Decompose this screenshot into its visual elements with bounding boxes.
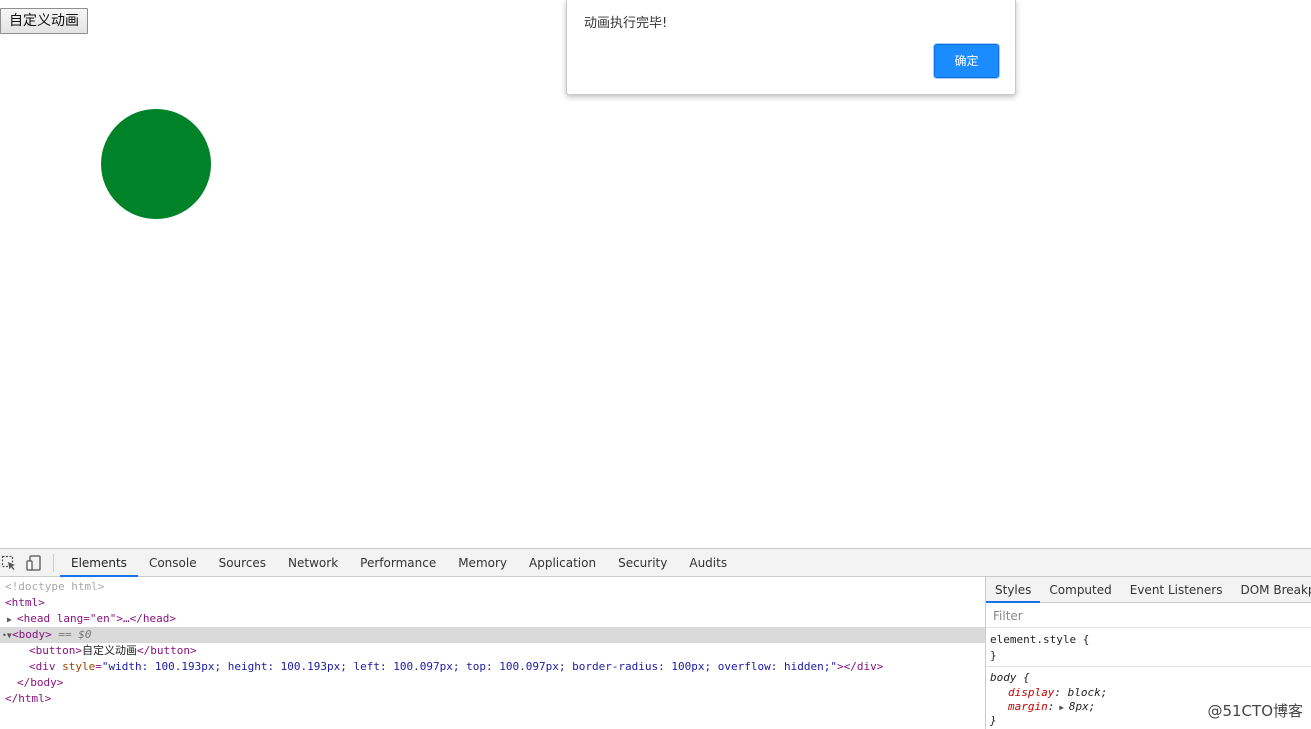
button-close-tag: </button>: [136, 644, 197, 657]
button-text-node: 自定义动画: [81, 644, 137, 657]
body-rule-margin[interactable]: margin: ▶ 8px;: [1008, 699, 1095, 716]
tab-dom-breakpoints[interactable]: DOM Breakpoints: [1231, 577, 1311, 603]
expand-triangle-icon[interactable]: ▶: [7, 612, 17, 628]
toolbar-divider: [53, 554, 54, 572]
selected-node-marker: == $0: [58, 628, 92, 641]
tab-performance[interactable]: Performance: [349, 549, 447, 577]
div-attr-value: "width: 100.193px; height: 100.193px; le…: [101, 660, 837, 673]
doctype-text: <!doctype html>: [5, 580, 105, 593]
inspect-element-icon[interactable]: [1, 555, 17, 571]
devtools-toolbar: Elements Console Sources Network Perform…: [0, 549, 1311, 577]
dom-node-html[interactable]: <html>: [0, 595, 985, 611]
dom-node-head[interactable]: ▶ <head lang="en">…</head>: [0, 611, 985, 627]
dom-node-html-close[interactable]: </html>: [0, 691, 985, 707]
tab-audits[interactable]: Audits: [678, 549, 738, 577]
tab-memory[interactable]: Memory: [447, 549, 518, 577]
tab-elements[interactable]: Elements: [60, 549, 138, 577]
styles-tabs: Styles Computed Event Listeners DOM Brea…: [986, 577, 1311, 603]
margin-prop-name: margin: [1008, 700, 1048, 713]
tab-computed[interactable]: Computed: [1040, 577, 1120, 603]
element-style-selector: element.style {: [990, 633, 1090, 646]
dom-node-button[interactable]: <button>自定义动画</button>: [0, 643, 985, 659]
dom-node-div[interactable]: <div style="width: 100.193px; height: 10…: [0, 659, 985, 675]
element-style-close: }: [990, 649, 997, 662]
button-open-tag: <button>: [29, 644, 82, 657]
watermark: @51CTO博客: [1207, 702, 1303, 720]
elements-dom-tree: <!doctype html> <html> ▶ <head lang="en">…: [0, 577, 985, 729]
tab-security[interactable]: Security: [607, 549, 678, 577]
margin-prop-value: 8px;: [1068, 700, 1096, 713]
tab-network[interactable]: Network: [277, 549, 349, 577]
styles-filter-input[interactable]: Filter: [986, 604, 1311, 628]
tab-sources[interactable]: Sources: [208, 549, 277, 577]
device-toolbar-icon[interactable]: [26, 555, 42, 571]
head-tag: <head lang="en">…</head>: [17, 612, 176, 625]
dom-node-body[interactable]: •▼<body> == $0: [0, 627, 985, 643]
html-open-tag: <html>: [5, 596, 45, 609]
body-open-tag: <body>: [12, 628, 52, 641]
tab-styles[interactable]: Styles: [986, 577, 1041, 603]
tab-event-listeners[interactable]: Event Listeners: [1121, 577, 1232, 603]
display-prop-value: block;: [1067, 686, 1108, 699]
body-close-tag: </body>: [17, 676, 64, 689]
custom-animation-button[interactable]: 自定义动画: [0, 8, 88, 34]
body-rule-selector: body {: [990, 671, 1030, 684]
html-close-tag: </html>: [5, 692, 52, 705]
page-viewport: 自定义动画 动画执行完毕! 确定: [0, 0, 1311, 548]
devtools-panel: Elements Console Sources Network Perform…: [0, 548, 1311, 729]
rule-divider: [986, 666, 1311, 667]
collapse-triangle-icon[interactable]: •▼: [2, 628, 12, 644]
dom-node-body-close[interactable]: </body>: [0, 675, 985, 691]
alert-ok-button[interactable]: 确定: [934, 44, 999, 78]
tab-application[interactable]: Application: [518, 549, 607, 577]
div-open-tag: <div: [29, 660, 63, 673]
display-prop-name: display: [1008, 686, 1055, 699]
div-attr-name: style: [62, 660, 96, 673]
div-close-tag: ></div>: [836, 660, 884, 673]
alert-dialog: 动画执行完毕! 确定: [566, 0, 1016, 95]
expand-triangle-icon[interactable]: ▶: [1054, 703, 1068, 712]
devtools-tabs: Elements Console Sources Network Perform…: [60, 549, 738, 577]
dom-node-doctype[interactable]: <!doctype html>: [0, 579, 985, 595]
animated-circle: [101, 109, 211, 219]
tab-console[interactable]: Console: [138, 549, 208, 577]
body-rule-close: }: [990, 714, 997, 727]
alert-message: 动画执行完毕!: [584, 16, 668, 31]
